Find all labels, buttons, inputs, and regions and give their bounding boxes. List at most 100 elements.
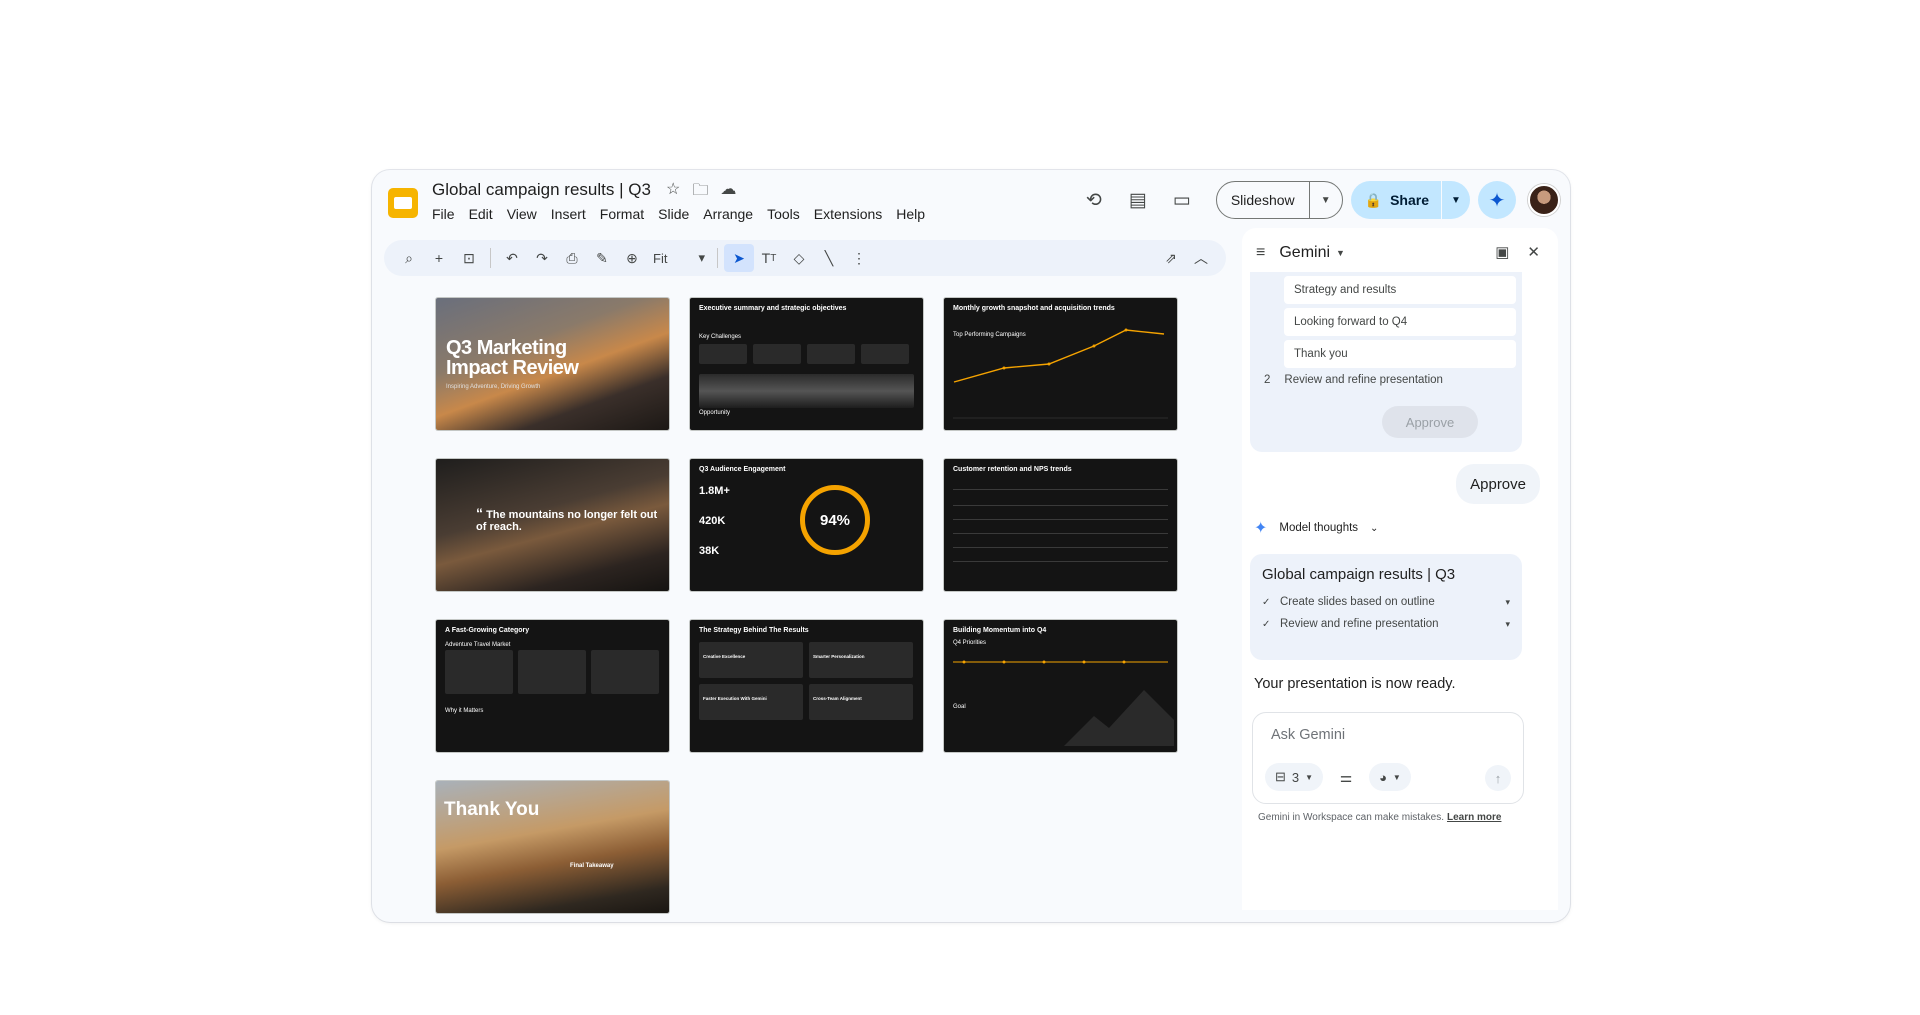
menu-icon[interactable]: ≡ — [1256, 244, 1265, 262]
share-dropdown-icon[interactable]: ▼ — [1442, 195, 1470, 206]
summary-step[interactable]: ✓ Create slides based on outline ▾ — [1262, 596, 1510, 608]
menu-help[interactable]: Help — [896, 206, 933, 222]
collapse-toolbar-icon[interactable]: ︿ — [1186, 244, 1216, 272]
slide-thumbnail-4[interactable]: “ The mountains no longer felt out of re… — [436, 459, 669, 591]
redo-icon[interactable]: ↷ — [527, 244, 557, 272]
title-actions: ☆ 🗀 ☁ — [666, 179, 736, 206]
header-actions: ⟲ ▤ ▭ Slideshow ▼ 🔒 Share ▼ ✦ — [1074, 180, 1570, 220]
select-tool-icon[interactable]: ➤ — [724, 244, 754, 272]
slide-grid: Q3 Marketing Impact Review Inspiring Adv… — [436, 298, 1196, 913]
slide-section: Goal — [953, 704, 966, 710]
star-icon[interactable]: ☆ — [666, 179, 680, 206]
slide-thumbnail-6[interactable]: Customer retention and NPS trends — [944, 459, 1177, 591]
new-slide-icon[interactable]: + — [424, 244, 454, 272]
search-menus-icon[interactable]: ⌕ — [394, 244, 424, 272]
trend-chart — [953, 328, 1168, 419]
send-icon[interactable]: ↑ — [1485, 765, 1511, 791]
slide-thumbnail-9[interactable]: Building Momentum into Q4 Q4 Priorities … — [944, 620, 1177, 752]
slides-logo-icon[interactable] — [388, 188, 418, 218]
document-title[interactable]: Global campaign results | Q3 — [432, 180, 651, 200]
undo-icon[interactable]: ↶ — [497, 244, 527, 272]
line-icon[interactable]: ╲ — [814, 244, 844, 272]
menu-tools[interactable]: Tools — [767, 206, 808, 222]
slide-card — [861, 344, 909, 364]
slideshow-label[interactable]: Slideshow — [1217, 182, 1310, 218]
table-row — [953, 547, 1168, 548]
slideshow-dropdown-icon[interactable]: ▼ — [1310, 195, 1342, 206]
menu-slide[interactable]: Slide — [658, 206, 697, 222]
plan-item: Strategy and results — [1284, 276, 1516, 304]
menu-extensions[interactable]: Extensions — [814, 206, 890, 222]
zoom-icon[interactable]: ⊕ — [617, 244, 647, 272]
slide-thumbnail-10[interactable]: Thank You Final Takeaway — [436, 781, 669, 913]
dock-panel-icon[interactable]: ▣ — [1495, 243, 1509, 261]
chevron-down-icon: ⌄ — [1370, 522, 1379, 534]
slide-section: Why it Matters — [445, 708, 484, 714]
plan-item: Looking forward to Q4 — [1284, 308, 1516, 336]
summary-step[interactable]: ✓ Review and refine presentation ▾ — [1262, 618, 1510, 630]
disclaimer: Gemini in Workspace can make mistakes. Le… — [1258, 812, 1502, 823]
slide-thumbnail-8[interactable]: The Strategy Behind The Results Creative… — [690, 620, 923, 752]
slide-thumbnail-3[interactable]: Monthly growth snapshot and acquisition … — [944, 298, 1177, 430]
app-header: Global campaign results | Q3 ☆ 🗀 ☁ File … — [372, 170, 1570, 234]
menu-format[interactable]: Format — [600, 206, 652, 222]
model-thoughts-toggle[interactable]: ✦ Model thoughts ⌄ — [1254, 518, 1378, 538]
paint-format-icon[interactable]: ✎ — [587, 244, 617, 272]
menu-insert[interactable]: Insert — [551, 206, 594, 222]
slide-section: Adventure Travel Market — [445, 642, 511, 648]
plan-item: Thank you — [1284, 340, 1516, 368]
timeline-graphic — [953, 660, 1174, 746]
slide-thumbnail-1[interactable]: Q3 Marketing Impact Review Inspiring Adv… — [436, 298, 669, 430]
menu-arrange[interactable]: Arrange — [703, 206, 761, 222]
slide-card — [809, 642, 913, 678]
palette-icon: ◕ — [1379, 769, 1387, 785]
slide-thumbnail-7[interactable]: A Fast-Growing Category Adventure Travel… — [436, 620, 669, 752]
meet-icon[interactable]: ▭ — [1162, 180, 1202, 220]
text-box-icon[interactable]: TT — [754, 244, 784, 272]
slide-quote: “ The mountains no longer felt out of re… — [476, 505, 658, 533]
task-summary-card: Global campaign results | Q3 ✓ Create sl… — [1250, 554, 1522, 660]
comments-icon[interactable]: ▤ — [1118, 180, 1158, 220]
slide-card — [699, 684, 803, 720]
chevron-down-icon: ▾ — [1505, 618, 1510, 629]
chevron-down-icon: ▼ — [1305, 772, 1314, 782]
close-icon[interactable]: ✕ — [1527, 243, 1540, 261]
add-layout-icon[interactable]: ⊡ — [454, 244, 484, 272]
share-button[interactable]: 🔒 Share ▼ — [1350, 181, 1470, 219]
menu-file[interactable]: File — [432, 206, 463, 222]
table-row — [953, 533, 1168, 534]
ask-placeholder[interactable]: Ask Gemini — [1271, 727, 1345, 743]
print-icon[interactable]: ⎙ — [557, 244, 587, 272]
tools-icon[interactable]: ⚌ — [1331, 763, 1361, 791]
card-label: Cross-Team Alignment — [813, 696, 862, 701]
slide-subtitle: Inspiring Adventure, Driving Growth — [446, 384, 541, 390]
card-label: Creative Excellence — [703, 654, 746, 659]
slide-thumbnail-5[interactable]: Q3 Audience Engagement 1.8M+ 420K 38K 94… — [690, 459, 923, 591]
slide-title: Thank You — [444, 799, 540, 820]
menu-view[interactable]: View — [507, 206, 545, 222]
zoom-select[interactable]: Fit ▾ — [647, 250, 711, 266]
editor-toolbar: ⌕ + ⊡ ↶ ↷ ⎙ ✎ ⊕ Fit ▾ ➤ TT ◇ ╲ ⋮ ⇗ ︿ — [384, 240, 1226, 276]
gemini-icon[interactable]: ✦ — [1478, 181, 1516, 219]
learn-more-link[interactable]: Learn more — [1447, 812, 1501, 823]
theme-button[interactable]: ◕ ▼ — [1369, 763, 1411, 791]
chevron-down-icon[interactable]: ▼ — [1336, 248, 1345, 258]
assistant-response: Your presentation is now ready. — [1254, 676, 1456, 692]
move-folder-icon[interactable]: 🗀 — [692, 179, 708, 206]
history-icon[interactable]: ⟲ — [1074, 180, 1114, 220]
slide-card — [753, 344, 801, 364]
sources-button[interactable]: ⊟ 3 ▼ — [1265, 763, 1324, 791]
gemini-title[interactable]: Gemini — [1279, 244, 1330, 262]
slide-image — [699, 374, 914, 408]
slide-thumbnail-2[interactable]: Executive summary and strategic objectiv… — [690, 298, 923, 430]
slideshow-button[interactable]: Slideshow ▼ — [1215, 181, 1343, 219]
cloud-status-icon[interactable]: ☁ — [720, 179, 736, 206]
avatar[interactable] — [1528, 184, 1560, 216]
menu-edit[interactable]: Edit — [469, 206, 501, 222]
pointer-mode-icon[interactable]: ⇗ — [1156, 244, 1186, 272]
slide-card — [445, 650, 513, 694]
more-icon[interactable]: ⋮ — [844, 244, 874, 272]
shape-icon[interactable]: ◇ — [784, 244, 814, 272]
stat-value: 1.8M+ — [699, 485, 730, 497]
ask-gemini-input[interactable]: Ask Gemini ⊟ 3 ▼ ⚌ ◕ ▼ ↑ — [1252, 712, 1524, 804]
